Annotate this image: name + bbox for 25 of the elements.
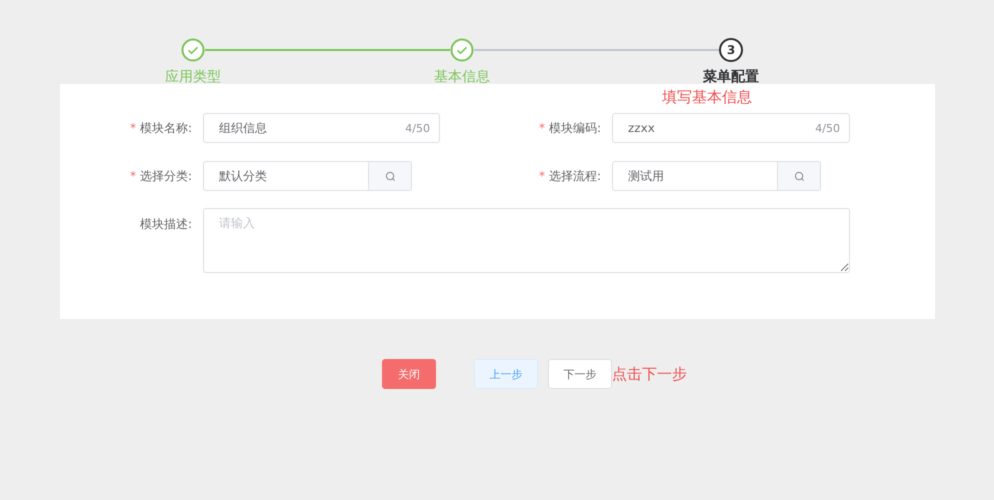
step-number: 3 [719,38,743,62]
search-icon [384,170,396,182]
required-mark: * [538,121,545,135]
field-label: 选择流程: [548,168,601,184]
search-button[interactable] [778,161,821,191]
field-label: 选择分类: [140,168,192,184]
search-icon [794,170,804,182]
annotation-text: 填写基本信息 [662,88,752,106]
field-label: 模块名称: [140,120,192,136]
input-field[interactable]: 组织信息 4/50 [203,113,440,143]
description-field[interactable]: 请输入 [203,208,850,273]
search-button[interactable] [369,161,412,191]
input-field[interactable]: 测试用 [612,161,778,191]
input-field[interactable]: 默认分类 [203,161,369,191]
next-button[interactable]: 下一步 [548,359,612,389]
input-field[interactable]: zzxx 4/50 [612,113,850,143]
required-mark: * [130,169,136,183]
step-label: 基本信息 [434,68,490,86]
annotation-text: 点击下一步 [612,364,687,384]
field-label: 模块编码: [548,120,601,136]
field-label: 模块描述: [140,216,192,232]
required-mark: * [130,121,136,135]
required-mark: * [538,169,545,183]
step-label: 菜单配置 [703,68,759,86]
step-label: 应用类型 [165,68,221,86]
